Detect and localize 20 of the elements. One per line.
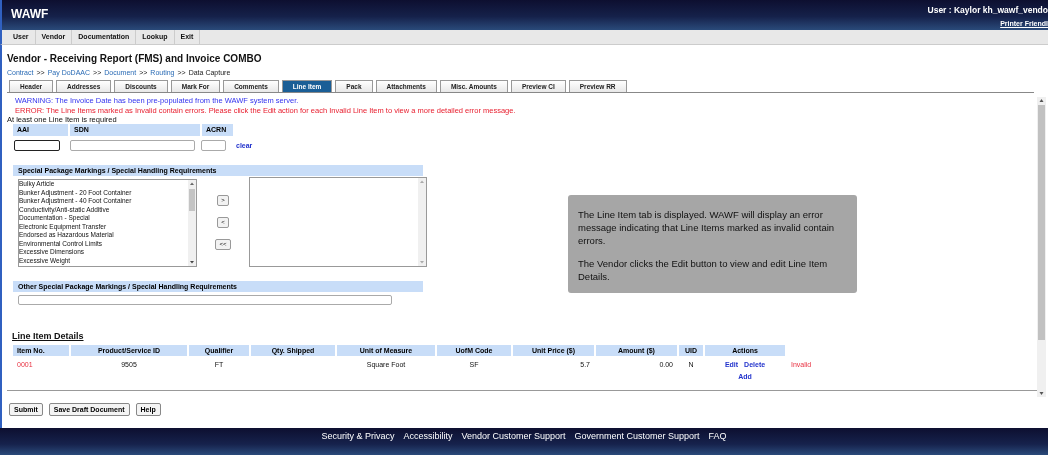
footer-link[interactable]: Accessibility: [403, 431, 453, 441]
scrollbar-drawing[interactable]: [418, 178, 426, 266]
sdn-field[interactable]: [70, 140, 195, 151]
aai-field[interactable]: [14, 140, 60, 151]
footer-link[interactable]: FAQ: [708, 431, 727, 441]
callout-text: The Vendor clicks the Edit button to view and edit Line Item Details.: [578, 257, 829, 283]
user-label: User : Kaylor kh_wawf_vendo: [927, 5, 1048, 15]
logo: WAWF: [11, 7, 49, 21]
footer-link[interactable]: Government Customer Support: [574, 431, 700, 441]
footer-link[interactable]: Security & Privacy: [321, 431, 395, 441]
page-title: Vendor - Receiving Report (FMS) and Invoice COMBO: [7, 53, 263, 64]
scrollbar-drawing[interactable]: [1037, 97, 1046, 397]
callout-text: The Line Item tab is displayed. WAWF will display an error message indicating that Line Items marked as invalid contain errors.: [578, 208, 836, 247]
options-listbox[interactable]: [18, 179, 197, 267]
selected-listbox[interactable]: [249, 177, 427, 267]
other-markings-field[interactable]: [18, 295, 392, 305]
section-title: Line Item Details: [12, 331, 85, 341]
footer-link[interactable]: Vendor Customer Support: [461, 431, 566, 441]
acrn-field[interactable]: [201, 140, 226, 151]
scrollbar-drawing[interactable]: [188, 180, 196, 266]
